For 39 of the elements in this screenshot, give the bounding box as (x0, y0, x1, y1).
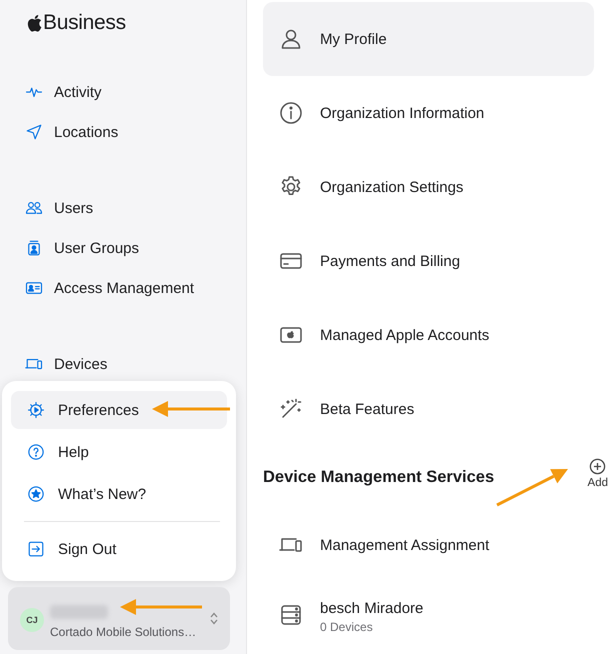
organization-name: Cortado Mobile Solutions… (50, 624, 196, 638)
server-icon (279, 603, 303, 627)
menu-item[interactable]: What’s New? (11, 475, 227, 513)
people-icon (25, 199, 43, 217)
settings-row[interactable]: Organization Information (263, 76, 594, 150)
nav-item[interactable]: User Groups (0, 228, 246, 268)
nav-item[interactable]: Access Management (0, 268, 246, 308)
nav-item[interactable]: Devices (0, 344, 246, 384)
nav-item[interactable]: Users (0, 188, 246, 228)
nav-item[interactable]: Activity (0, 72, 246, 112)
up-down-chevron-icon (210, 612, 218, 625)
section-title: Device Management Services (263, 468, 494, 487)
menu-item[interactable]: Help (11, 433, 227, 471)
menu-item[interactable]: Sign Out (11, 530, 227, 568)
settings-row[interactable]: Payments and Billing (263, 224, 594, 298)
add-icon (589, 458, 606, 475)
apple-logo-icon (27, 14, 42, 32)
add-button[interactable]: Add (588, 458, 608, 489)
help-icon (27, 443, 45, 461)
settings-row[interactable]: My Profile (263, 2, 594, 76)
user-group-icon (25, 239, 43, 257)
location-arrow-icon (25, 123, 43, 141)
row-subtitle: 0 Devices (320, 620, 374, 634)
row-title: besch Miradore (320, 600, 424, 617)
settings-row[interactable]: Managed Apple Accounts (263, 298, 594, 372)
sign-out-icon (27, 540, 45, 558)
gear-icon (27, 401, 45, 419)
menu-item[interactable]: Preferences (11, 391, 227, 429)
person-icon (279, 27, 303, 51)
brand-name: Business (43, 11, 126, 35)
settings-row[interactable]: Organization Settings (263, 150, 594, 224)
service-row[interactable]: besch Miradore 0 Devices (263, 580, 594, 650)
account-switcher[interactable]: CJ Cortado Mobile Solutions… (8, 587, 230, 650)
id-card-icon (25, 279, 43, 297)
settings-row[interactable]: Beta Features (263, 372, 594, 446)
avatar-initials: CJ (20, 608, 44, 632)
service-row[interactable]: Management Assignment (263, 510, 594, 580)
info-icon (279, 101, 303, 125)
nav-item[interactable]: Locations (0, 112, 246, 152)
